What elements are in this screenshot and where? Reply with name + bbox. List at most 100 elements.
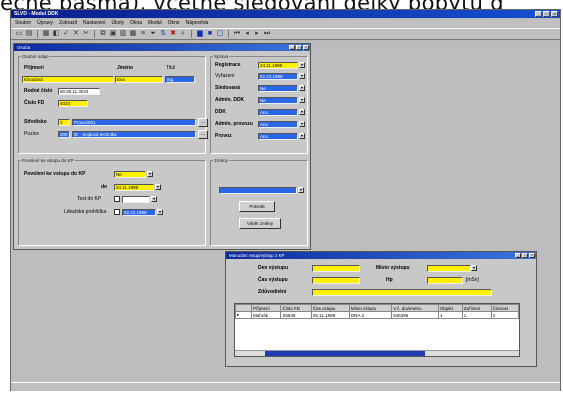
registrace-field[interactable]: 24.11.1999 bbox=[258, 62, 298, 69]
menu-okno[interactable]: Okno bbox=[168, 19, 180, 27]
maximize-button[interactable]: □ bbox=[543, 11, 550, 17]
pozice-name-field[interactable]: IE - Sejdová technika bbox=[72, 131, 196, 138]
pozice-code-field[interactable]: 200 bbox=[58, 131, 70, 138]
zmeny-dropdown-icon[interactable]: ▾ bbox=[298, 187, 304, 193]
col-vc-dozimetru[interactable]: V.č. dozimetru bbox=[391, 304, 439, 312]
table-row[interactable]: ▸ Mahrák X6549 25.11.1999 DRA.2 845396 1… bbox=[235, 311, 520, 319]
new-icon[interactable]: ▭ bbox=[15, 30, 23, 38]
povoleni-field[interactable]: Ne bbox=[114, 171, 146, 178]
admin-provozu-field[interactable]: Ano bbox=[258, 121, 298, 128]
cancel-filter-icon[interactable]: ✖ bbox=[169, 30, 177, 38]
col-zarizeni[interactable]: Zařízení bbox=[461, 304, 492, 312]
povoleni-dropdown-icon[interactable]: ▾ bbox=[147, 171, 153, 177]
stredisko-lookup-button[interactable]: … bbox=[198, 118, 208, 127]
lekarska-field[interactable]: 02.12.1999 bbox=[122, 209, 156, 216]
admin-ddk-field[interactable]: Ne bbox=[258, 97, 298, 104]
sort-icon[interactable]: ⇅ bbox=[159, 30, 167, 38]
col-misto-vstupu[interactable]: Místo vstupu bbox=[348, 304, 393, 312]
col-prijmeni[interactable]: Příjmení bbox=[250, 304, 282, 312]
sledovana-dropdown-icon[interactable]: ▾ bbox=[299, 85, 305, 91]
prev-record-icon[interactable]: ◂ bbox=[243, 30, 251, 38]
col-objekt[interactable]: Objekt bbox=[437, 304, 463, 312]
den-field[interactable] bbox=[312, 265, 360, 272]
ddk-field[interactable]: Ano bbox=[258, 109, 298, 116]
menu-upravy[interactable]: Úpravy bbox=[37, 19, 53, 27]
menu-napoveda[interactable]: Nápověda bbox=[186, 19, 209, 27]
provoz-field[interactable]: Ano bbox=[258, 133, 298, 140]
save-icon[interactable]: ■ bbox=[206, 30, 214, 38]
table-cell[interactable]: 1 bbox=[437, 311, 463, 319]
table-cell[interactable]: DRA.2 bbox=[348, 311, 393, 319]
test-field[interactable] bbox=[122, 196, 150, 203]
admin-provozu-dropdown-icon[interactable]: ▾ bbox=[299, 121, 305, 127]
misto-field[interactable] bbox=[427, 265, 471, 272]
table-cell[interactable]: 1 bbox=[461, 311, 492, 319]
cas-field[interactable] bbox=[312, 277, 360, 284]
vyrazeni-dropdown-icon[interactable]: ▾ bbox=[299, 73, 305, 79]
col-cinnost[interactable]: Činnost bbox=[490, 304, 520, 312]
print-icon[interactable]: ▦ bbox=[42, 30, 50, 38]
osoba-minimize-button[interactable]: _ bbox=[289, 44, 295, 50]
registrace-dropdown-icon[interactable]: ▾ bbox=[299, 62, 305, 68]
cut-icon[interactable]: ✂ bbox=[82, 30, 90, 38]
zmeny-select[interactable] bbox=[219, 187, 297, 194]
do-dropdown-icon[interactable]: ▾ bbox=[155, 184, 161, 190]
table-cell[interactable]: 25.11.1999 bbox=[310, 311, 350, 319]
minimize-button[interactable]: _ bbox=[535, 11, 542, 17]
table-cell[interactable]: Mahrák bbox=[250, 311, 282, 319]
table-cell[interactable]: 1 bbox=[490, 311, 520, 319]
titul-field[interactable]: ing. bbox=[165, 76, 195, 83]
menu-ukoly[interactable]: Úkoly bbox=[112, 19, 125, 27]
open-icon[interactable]: ▤ bbox=[25, 30, 33, 38]
rodne-cislo-field[interactable]: 60.55.11.4024 bbox=[58, 88, 100, 95]
filter-icon[interactable]: ⏷ bbox=[149, 30, 157, 38]
table-cell[interactable]: 845396 bbox=[391, 311, 439, 319]
menu-modul[interactable]: Modul bbox=[148, 19, 162, 27]
last-record-icon[interactable]: ⏭ bbox=[263, 30, 271, 38]
vyber-zmeny-button[interactable]: Výběr změny bbox=[239, 218, 281, 229]
delete-icon[interactable]: ✕ bbox=[72, 30, 80, 38]
zduvodneni-field[interactable] bbox=[312, 289, 492, 296]
stredisko-code-field[interactable]: 2 bbox=[58, 119, 70, 126]
table-cell[interactable]: X6549 bbox=[280, 311, 312, 319]
preview-icon[interactable]: ◧ bbox=[52, 30, 60, 38]
list-icon[interactable]: ≡ bbox=[139, 30, 147, 38]
do-field[interactable]: 24.11.1999 bbox=[114, 184, 154, 191]
col-cas-vstupu[interactable]: Čas vstupu bbox=[310, 304, 350, 312]
next-record-icon[interactable]: ▸ bbox=[253, 30, 261, 38]
ddk-dropdown-icon[interactable]: ▾ bbox=[299, 109, 305, 115]
menu-zobrazit[interactable]: Zobrazit bbox=[59, 19, 77, 27]
check-icon[interactable]: ✓ bbox=[62, 30, 70, 38]
close-button[interactable]: × bbox=[551, 11, 558, 17]
table-scrollbar[interactable] bbox=[235, 350, 519, 356]
stredisko-name-field[interactable]: Provoz001 bbox=[72, 119, 196, 126]
grid-icon[interactable]: ▦ bbox=[129, 30, 137, 38]
prijmeni-field[interactable]: Kloudová bbox=[22, 76, 114, 83]
vstup-close-button[interactable]: × bbox=[529, 252, 535, 258]
menu-soubor[interactable]: Soubor bbox=[15, 19, 31, 27]
lekarska-dropdown-icon[interactable]: ▾ bbox=[157, 209, 163, 215]
col-cislo-fd[interactable]: Číslo FD bbox=[280, 304, 312, 312]
find-icon[interactable]: ⌕ bbox=[179, 30, 187, 38]
sledovana-field[interactable]: Ne bbox=[258, 85, 298, 92]
menu-nastaveni[interactable]: Nastavení bbox=[83, 19, 106, 27]
vstup-maximize-button[interactable]: □ bbox=[522, 252, 528, 258]
paste-icon[interactable]: ▣ bbox=[109, 30, 117, 38]
cislo-fd-field[interactable]: 4024 bbox=[58, 100, 88, 107]
lekarska-checkbox[interactable] bbox=[114, 209, 120, 215]
hp-field[interactable] bbox=[427, 277, 463, 284]
misto-dropdown-icon[interactable]: ▾ bbox=[471, 265, 477, 271]
window-icon[interactable]: ▢ bbox=[216, 30, 224, 38]
test-checkbox[interactable] bbox=[114, 196, 120, 202]
jmeno-field[interactable]: Eva bbox=[115, 76, 163, 83]
vyrazeni-field[interactable]: 02.12.1999 bbox=[258, 73, 298, 80]
scrollbar-thumb[interactable] bbox=[265, 351, 425, 356]
admin-ddk-dropdown-icon[interactable]: ▾ bbox=[299, 97, 305, 103]
provoz-dropdown-icon[interactable]: ▾ bbox=[299, 133, 305, 139]
vstup-minimize-button[interactable]: _ bbox=[515, 252, 521, 258]
potvrdit-button[interactable]: Potvrdit bbox=[239, 201, 275, 212]
form-icon[interactable]: ▆ bbox=[196, 30, 204, 38]
pozice-lookup-button[interactable]: … bbox=[198, 130, 208, 139]
table-icon[interactable]: ▥ bbox=[119, 30, 127, 38]
osoba-close-button[interactable]: × bbox=[303, 44, 309, 50]
